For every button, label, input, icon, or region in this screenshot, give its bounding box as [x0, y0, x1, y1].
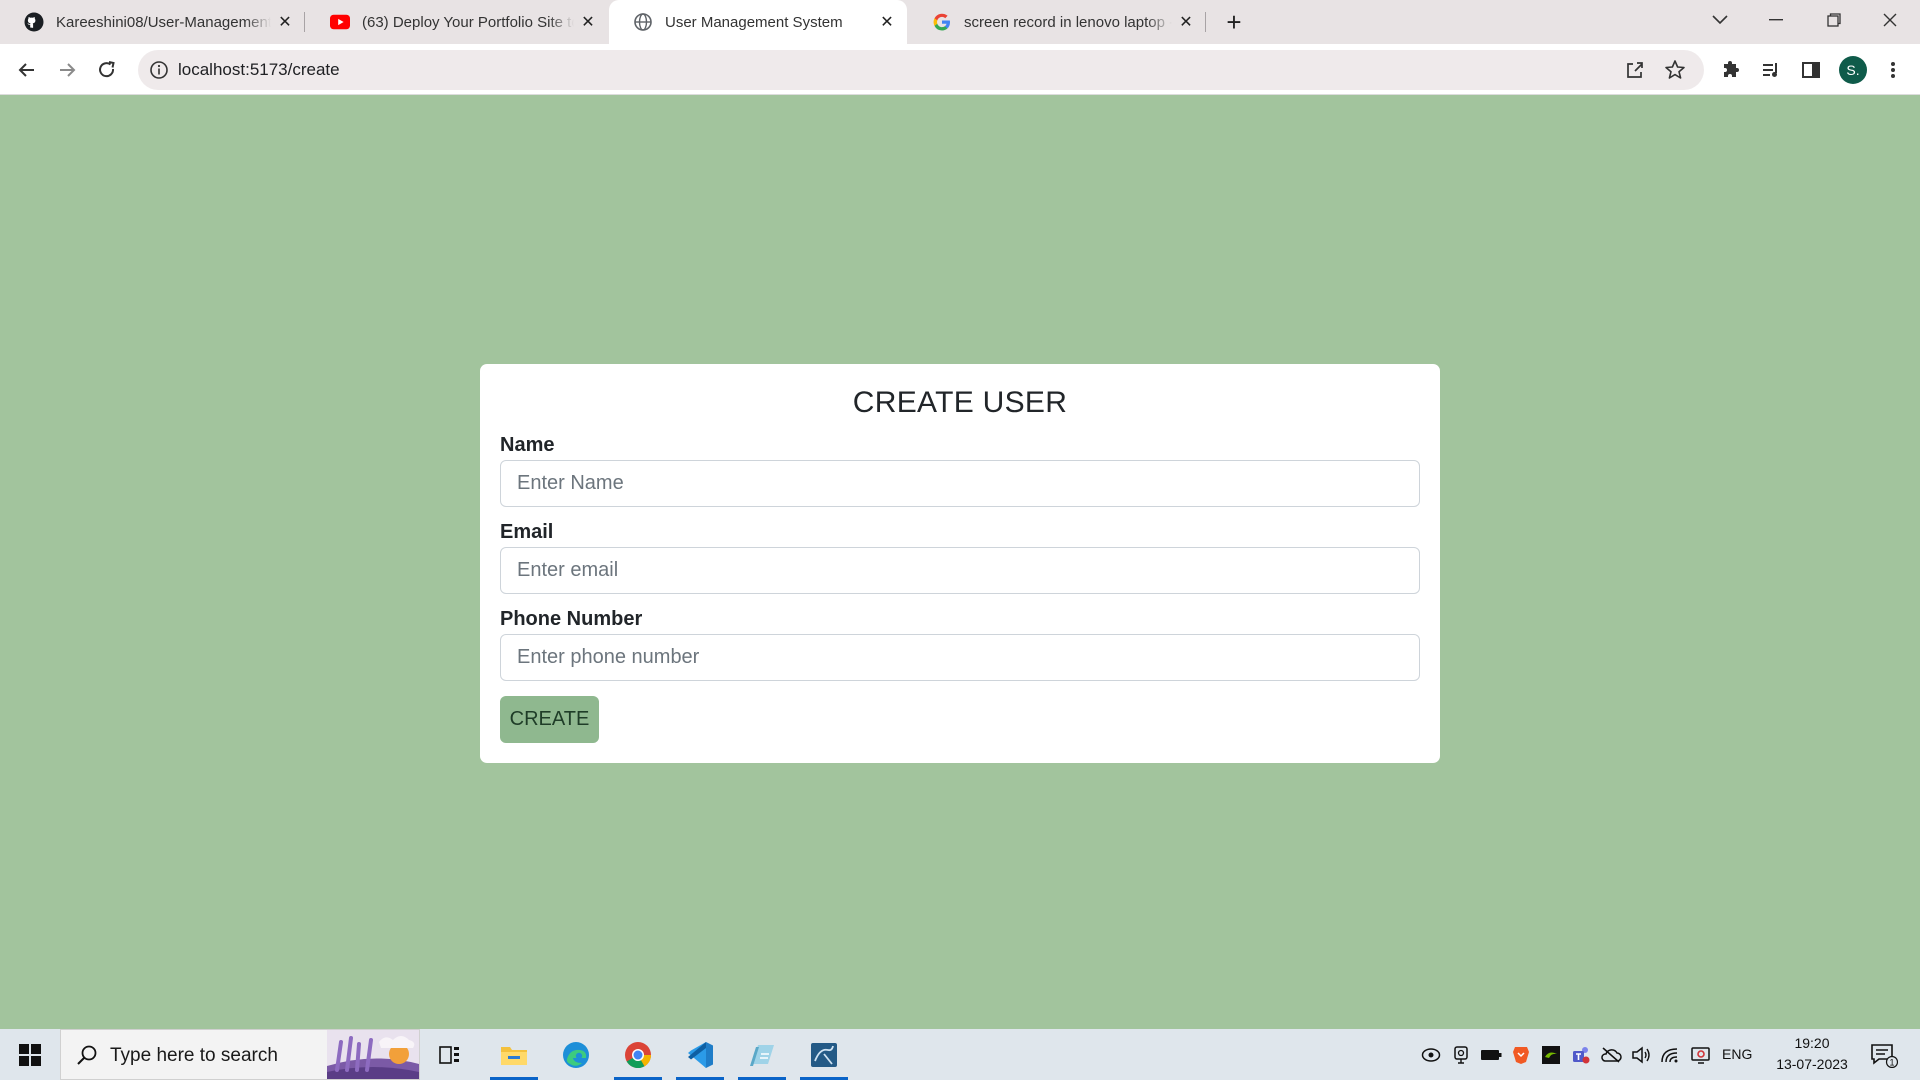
search-highlight-image: [327, 1030, 419, 1080]
youtube-icon: [330, 12, 350, 32]
display-projection-icon[interactable]: [1688, 1029, 1714, 1080]
windows-start-icon[interactable]: [10, 1037, 50, 1073]
chrome-icon[interactable]: [612, 1029, 664, 1080]
profile-avatar[interactable]: S.: [1839, 56, 1867, 84]
notes-app-icon[interactable]: [736, 1029, 788, 1080]
address-url: localhost:5173/create: [178, 60, 340, 79]
tab-youtube[interactable]: (63) Deploy Your Portfolio Site to ✕: [306, 0, 608, 44]
restore-icon[interactable]: [1806, 0, 1862, 40]
email-label: Email: [500, 521, 554, 543]
google-icon: [932, 12, 952, 32]
mysql-workbench-icon[interactable]: [798, 1029, 850, 1080]
close-tab-icon[interactable]: ✕: [873, 8, 901, 36]
tab-search-icon[interactable]: [1692, 0, 1748, 40]
browser-toolbar: localhost:5173/create S.: [0, 44, 1920, 95]
onedrive-offline-icon[interactable]: [1598, 1029, 1624, 1080]
minimize-icon[interactable]: [1748, 0, 1804, 40]
phone-input[interactable]: [500, 634, 1420, 681]
system-clock[interactable]: 19:20 13-07-2023: [1764, 1033, 1860, 1075]
site-info-icon[interactable]: [148, 59, 170, 81]
tab-github[interactable]: Kareeshini08/User-Management ✕: [0, 0, 305, 44]
close-tab-icon[interactable]: ✕: [574, 8, 602, 36]
page-title: CREATE USER: [852, 386, 1068, 419]
edge-icon[interactable]: [550, 1029, 602, 1080]
close-window-icon[interactable]: [1862, 0, 1918, 40]
clock-time: 19:20: [1794, 1035, 1830, 1051]
tab-title: screen record in lenovo laptop - G: [964, 13, 1172, 31]
extensions-icon[interactable]: [1714, 53, 1748, 87]
language-indicator[interactable]: ENG: [1722, 1029, 1752, 1080]
github-icon: [24, 12, 44, 32]
globe-icon: [633, 12, 653, 32]
create-user-card: CREATE USER Name Email Phone Number CREA…: [480, 364, 1440, 763]
side-panel-icon[interactable]: [1794, 53, 1828, 87]
tab-user-management-system[interactable]: User Management System ✕: [609, 0, 907, 44]
name-input[interactable]: [500, 460, 1420, 507]
name-label: Name: [500, 434, 555, 456]
search-placeholder: Type here to search: [110, 1045, 278, 1066]
share-icon[interactable]: [1618, 53, 1652, 87]
search-icon: [75, 1044, 99, 1068]
nvidia-icon[interactable]: [1538, 1029, 1564, 1080]
tab-title: User Management System: [665, 13, 843, 31]
media-control-icon[interactable]: [1754, 53, 1788, 87]
battery-icon[interactable]: [1478, 1029, 1504, 1080]
camera-icon[interactable]: [1448, 1029, 1474, 1080]
taskbar-search[interactable]: Type here to search: [60, 1029, 420, 1080]
browser-tab-strip: Kareeshini08/User-Management ✕ (63) Depl…: [0, 0, 1920, 44]
taskbar: Type here to search ENG 19:20 13-07-2023…: [0, 1029, 1920, 1080]
tab-title: Kareeshini08/User-Management: [56, 13, 271, 31]
forward-button[interactable]: [50, 53, 84, 87]
clock-date: 13-07-2023: [1776, 1056, 1848, 1072]
wifi-icon[interactable]: [1658, 1029, 1684, 1080]
back-button[interactable]: [10, 53, 44, 87]
email-input[interactable]: [500, 547, 1420, 594]
vscode-icon[interactable]: [674, 1029, 726, 1080]
notification-count: 1: [1889, 1057, 1894, 1067]
create-button[interactable]: CREATE: [500, 696, 599, 743]
tab-separator: [1205, 12, 1206, 32]
notification-center-icon[interactable]: 1: [1864, 1029, 1904, 1080]
bookmark-star-icon[interactable]: [1658, 53, 1692, 87]
volume-icon[interactable]: [1628, 1029, 1654, 1080]
close-tab-icon[interactable]: ✕: [271, 8, 299, 36]
new-tab-button[interactable]: +: [1218, 6, 1250, 38]
brave-icon[interactable]: [1508, 1029, 1534, 1080]
file-explorer-icon[interactable]: [488, 1029, 540, 1080]
close-tab-icon[interactable]: ✕: [1172, 8, 1200, 36]
phone-label: Phone Number: [500, 608, 643, 630]
teams-icon[interactable]: [1568, 1029, 1594, 1080]
tab-title: (63) Deploy Your Portfolio Site to: [362, 13, 574, 31]
task-view-icon[interactable]: [424, 1029, 476, 1080]
tab-separator: [304, 12, 305, 32]
tab-google[interactable]: screen record in lenovo laptop - G ✕: [908, 0, 1206, 44]
browser-menu-icon[interactable]: [1876, 53, 1910, 87]
meet-now-icon[interactable]: [1418, 1029, 1444, 1080]
reload-button[interactable]: [90, 53, 124, 87]
address-bar[interactable]: localhost:5173/create: [138, 50, 1704, 90]
